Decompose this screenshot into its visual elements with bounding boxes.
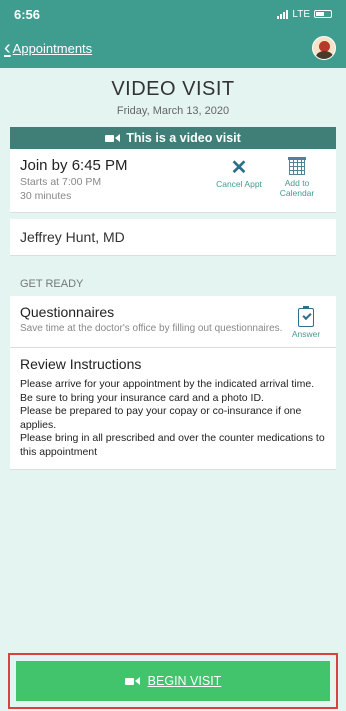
- page-title: VIDEO VISIT: [111, 78, 235, 100]
- instruction-line: Please bring in all prescribed and over …: [20, 432, 325, 458]
- cancel-label: Cancel Appt: [216, 179, 262, 189]
- provider-name[interactable]: Jeffrey Hunt, MD: [10, 219, 336, 256]
- get-ready-heading: GET READY: [20, 278, 84, 290]
- instruction-line: Please be prepared to pay your copay or …: [20, 405, 302, 431]
- start-time: Starts at 7:00 PM: [20, 176, 102, 188]
- video-camera-icon: [124, 677, 140, 685]
- banner-text: This is a video visit: [126, 131, 241, 145]
- appointment-info: Join by 6:45 PM Starts at 7:00 PM 30 min…: [20, 157, 210, 204]
- cancel-appointment-button[interactable]: ✕ Cancel Appt: [210, 157, 268, 204]
- begin-visit-highlight: BEGIN VISIT: [8, 653, 338, 709]
- answer-button[interactable]: Answer: [286, 304, 326, 339]
- instruction-line: Please arrive for your appointment by th…: [20, 378, 315, 404]
- questionnaires-subtitle: Save time at the doctor's office by fill…: [20, 323, 283, 334]
- instructions-card: Review Instructions Please arrive for yo…: [10, 348, 336, 470]
- begin-visit-button[interactable]: BEGIN VISIT: [16, 661, 330, 701]
- answer-label: Answer: [291, 329, 321, 339]
- page-header: VIDEO VISIT Friday, March 13, 2020: [0, 68, 346, 123]
- chevron-left-icon: ‹: [4, 37, 11, 59]
- nav-bar: ‹ Appointments: [0, 28, 346, 68]
- status-time: 6:56: [14, 6, 41, 22]
- appointment-card: Join by 6:45 PM Starts at 7:00 PM 30 min…: [10, 149, 336, 213]
- appointment-date: Friday, March 13, 2020: [116, 105, 230, 117]
- video-camera-icon: [105, 134, 121, 142]
- video-visit-banner: This is a video visit: [10, 127, 336, 149]
- calendar-label-1: Add to: [284, 178, 310, 188]
- close-icon: ✕: [230, 157, 248, 179]
- calendar-icon: [288, 157, 306, 175]
- provider-label: Jeffrey Hunt, MD: [20, 229, 125, 245]
- questionnaires-text: Questionnaires Save time at the doctor's…: [20, 304, 286, 339]
- instructions-title: Review Instructions: [20, 356, 142, 372]
- join-by-time: Join by 6:45 PM: [20, 157, 128, 174]
- status-bar: 6:56 LTE: [0, 0, 346, 28]
- begin-visit-label: BEGIN VISIT: [147, 674, 222, 688]
- questionnaires-title: Questionnaires: [20, 304, 115, 320]
- status-indicators: LTE: [277, 9, 332, 20]
- network-label: LTE: [292, 8, 310, 20]
- calendar-label-2: Calendar: [279, 188, 315, 198]
- questionnaires-card[interactable]: Questionnaires Save time at the doctor's…: [10, 296, 336, 348]
- battery-icon: [314, 10, 332, 18]
- clipboard-check-icon: [298, 306, 314, 327]
- back-label: Appointments: [12, 40, 93, 56]
- add-to-calendar-button[interactable]: Add to Calendar: [268, 157, 326, 204]
- signal-icon: [277, 9, 289, 19]
- avatar[interactable]: [312, 36, 336, 60]
- duration: 30 minutes: [20, 190, 72, 202]
- back-to-appointments-link[interactable]: ‹ Appointments: [4, 38, 92, 58]
